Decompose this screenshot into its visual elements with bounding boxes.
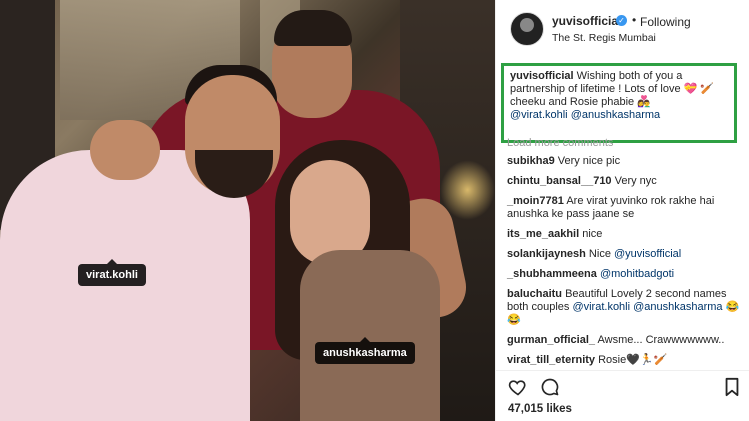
comment-item: virat_till_eternity Rosie🖤🏃🏏 <box>507 354 743 367</box>
comment-username[interactable]: _moin7781 <box>507 195 564 207</box>
person-yuvi-hair <box>274 10 352 46</box>
comment-username[interactable]: chintu_bansal__710 <box>507 175 612 187</box>
location-link[interactable]: The St. Regis Mumbai <box>552 32 656 44</box>
comment-icon[interactable] <box>540 377 560 397</box>
post-header: yuvisofficial ✓ • Following The St. Regi… <box>496 0 749 56</box>
comment-username[interactable]: baluchaitu <box>507 288 562 300</box>
comment-mention[interactable]: @yuvisofficial <box>614 248 681 260</box>
comment-username[interactable]: solankijaynesh <box>507 248 586 260</box>
comment-item: _moin7781 Are virat yuvinko rok rakhe ha… <box>507 195 743 221</box>
caption-mention-virat[interactable]: @virat.kohli <box>510 109 568 121</box>
person-hand <box>90 120 160 180</box>
caption-mention-anushka[interactable]: @anushkasharma <box>571 109 660 121</box>
post-side-panel: yuvisofficial ✓ • Following The St. Regi… <box>495 0 749 421</box>
avatar[interactable] <box>510 12 544 46</box>
comments-list: subikha9 Very nice pic chintu_bansal__71… <box>507 155 743 374</box>
comment-username[interactable]: gurman_official_ <box>507 334 595 346</box>
bookmark-icon[interactable] <box>724 377 740 397</box>
comment-item: its_me_aakhil nice <box>507 228 743 241</box>
comment-text: Very nyc <box>611 175 657 187</box>
header-separator: • <box>632 13 637 27</box>
following-button[interactable]: Following <box>640 15 691 29</box>
comment-item: baluchaitu Beautiful Lovely 2 second nam… <box>507 288 743 327</box>
comment-username[interactable]: its_me_aakhil <box>507 228 579 240</box>
comment-text: Awsme... Crawwwwwww.. <box>595 334 725 346</box>
comment-item: gurman_official_ Awsme... Crawwwwwww.. <box>507 334 743 347</box>
verified-badge-icon: ✓ <box>616 15 627 26</box>
heart-icon[interactable] <box>508 377 528 397</box>
caption-highlight: yuvisofficial Wishing both of you a part… <box>501 63 737 143</box>
comment-item: _shubhammeena @mohitbadgoti <box>507 268 743 281</box>
caption-username[interactable]: yuvisofficial <box>510 70 574 82</box>
comment-text: nice <box>579 228 603 240</box>
header-username[interactable]: yuvisofficial <box>552 14 621 28</box>
comment-item: solankijaynesh Nice @yuvisofficial <box>507 248 743 261</box>
person-anushka-dress <box>300 250 440 421</box>
comment-text: Nice <box>585 248 614 260</box>
post-actions-bar <box>496 370 749 397</box>
likes-count[interactable]: 47,015 likes <box>508 403 572 415</box>
comment-item: chintu_bansal__710 Very nyc <box>507 175 743 188</box>
photo-tag-anushka[interactable]: anushkasharma <box>315 337 415 364</box>
post-photo[interactable]: virat.kohli anushkasharma <box>0 0 495 421</box>
comment-mention[interactable]: @mohitbadgoti <box>600 268 674 280</box>
comment-item: subikha9 Very nice pic <box>507 155 743 168</box>
comment-username[interactable]: _shubhammeena <box>507 268 597 280</box>
comment-username[interactable]: subikha9 <box>507 155 555 167</box>
comment-username[interactable]: virat_till_eternity <box>507 354 595 366</box>
load-more-comments-link[interactable]: Load more comments <box>507 137 613 149</box>
comment-text: Rosie🖤🏃🏏 <box>595 354 668 366</box>
comment-text: Very nice pic <box>554 155 621 167</box>
photo-tag-virat[interactable]: virat.kohli <box>78 259 146 286</box>
